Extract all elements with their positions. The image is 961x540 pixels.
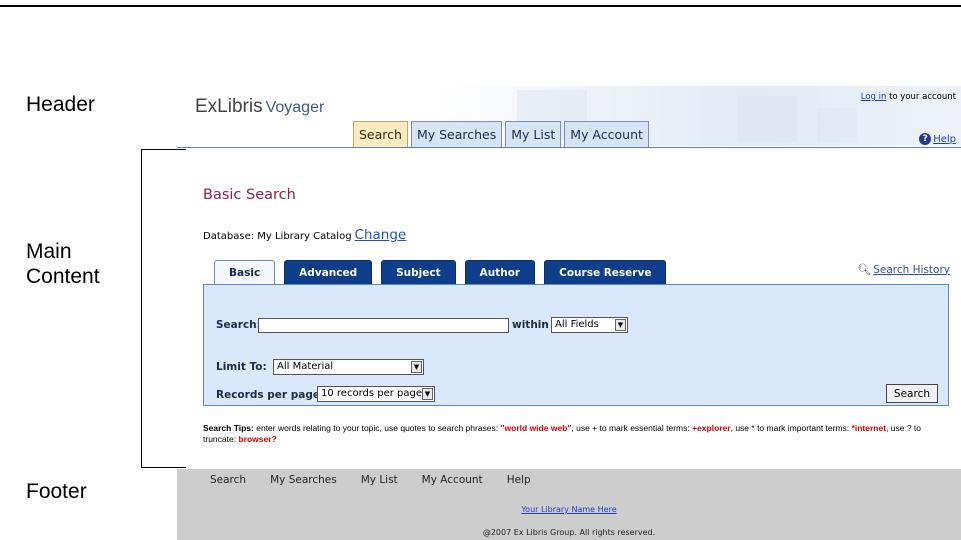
database-line: Database: My Library Catalog Change	[203, 227, 406, 243]
search-button[interactable]: Search	[885, 384, 938, 403]
chevron-down-icon: ▼	[411, 361, 422, 373]
library-name-link[interactable]: Your Library Name Here	[177, 505, 961, 514]
help-label: Help	[933, 133, 956, 145]
footer-link-help[interactable]: Help	[507, 474, 531, 486]
records-select-value: 10 records per page	[321, 388, 423, 399]
header: ExLibris Voyager Log in to your account ?…	[177, 78, 961, 148]
tab-course-reserve[interactable]: Course Reserve	[544, 260, 667, 284]
search-history-link[interactable]: 🔍︎ Search History	[857, 263, 950, 276]
copyright: @2007 Ex Libris Group. All rights reserv…	[482, 528, 656, 537]
help-icon: ?	[919, 133, 932, 145]
search-panel: Search: within All Fields ▼ Limit To: Al…	[203, 284, 949, 406]
footer-nav: Search My Searches My List My Account He…	[210, 474, 555, 486]
footer-link-my-account[interactable]: My Account	[422, 474, 483, 486]
header-label: Header	[26, 93, 95, 116]
footer-label: Footer	[26, 480, 87, 503]
main-content-label: Main Content	[26, 240, 100, 290]
tips-text-1: enter words relating to your topic, use …	[253, 423, 501, 433]
database-change-link[interactable]: Change	[355, 227, 407, 243]
login-rest-text: to your account	[886, 92, 956, 102]
voyager-app: ExLibris Voyager Log in to your account ?…	[177, 78, 961, 540]
tab-subject[interactable]: Subject	[381, 260, 456, 284]
search-input[interactable]	[258, 318, 509, 333]
tips-text-2: , use + to mark essential terms:	[571, 423, 693, 433]
tips-text-3: , use * to mark important terms:	[730, 423, 852, 433]
tab-advanced[interactable]: Advanced	[284, 260, 373, 284]
chevron-down-icon: ▼	[422, 388, 433, 400]
search-history-label: Search History	[873, 263, 950, 276]
tab-my-account[interactable]: My Account	[564, 121, 649, 147]
records-label: Records per page:	[216, 389, 325, 401]
footer-link-search[interactable]: Search	[210, 474, 246, 486]
tab-basic[interactable]: Basic	[214, 260, 276, 284]
main-tabs: Search My Searches My List My Account	[353, 121, 649, 147]
page-title: Basic Search	[203, 187, 296, 203]
search-label: Search:	[216, 319, 261, 331]
tips-example-phrase: "world wide web"	[500, 423, 572, 433]
login-link[interactable]: Log in	[861, 92, 887, 102]
tab-my-list[interactable]: My List	[505, 121, 562, 147]
tips-example-truncate: browser?	[238, 434, 277, 444]
footer-link-my-searches[interactable]: My Searches	[270, 474, 337, 486]
footer: Search My Searches My List My Account He…	[177, 469, 961, 540]
help-link[interactable]: ? Help	[919, 133, 956, 145]
within-select-value: All Fields	[555, 319, 599, 330]
limit-select[interactable]: All Material ▼	[273, 359, 424, 375]
tips-example-essential: +explorer	[692, 423, 731, 433]
within-select[interactable]: All Fields ▼	[551, 317, 628, 333]
exlibris-voyager-logo: ExLibris Voyager	[195, 96, 324, 118]
within-label: within	[512, 319, 549, 331]
tips-example-important: *internet	[851, 423, 887, 433]
footer-link-my-list[interactable]: My List	[361, 474, 398, 486]
search-tips: Search Tips: enter words relating to you…	[203, 423, 955, 445]
bracket-vertical	[141, 149, 142, 468]
main-content-label-line2: Content	[26, 264, 100, 288]
main-content-label-line1: Main	[26, 240, 72, 263]
login-message: Log in to your account	[861, 92, 956, 102]
chevron-down-icon: ▼	[615, 319, 626, 331]
records-select[interactable]: 10 records per page ▼	[317, 386, 435, 402]
logo-exlibris-text: ExLibris	[195, 96, 263, 117]
tab-author[interactable]: Author	[464, 260, 536, 284]
magnifier-icon: 🔍︎	[857, 263, 872, 276]
header-rule	[177, 147, 961, 148]
tab-my-searches[interactable]: My Searches	[410, 121, 503, 147]
top-rule	[0, 5, 961, 7]
search-type-tabs: Basic Advanced Subject Author Course Res…	[214, 260, 667, 284]
tips-label: Search Tips:	[203, 423, 254, 433]
limit-label: Limit To:	[216, 361, 267, 373]
database-label: Database: My Library Catalog	[203, 231, 352, 242]
tab-search[interactable]: Search	[353, 121, 408, 147]
limit-select-value: All Material	[277, 361, 334, 372]
logo-voyager-text: Voyager	[265, 99, 325, 116]
